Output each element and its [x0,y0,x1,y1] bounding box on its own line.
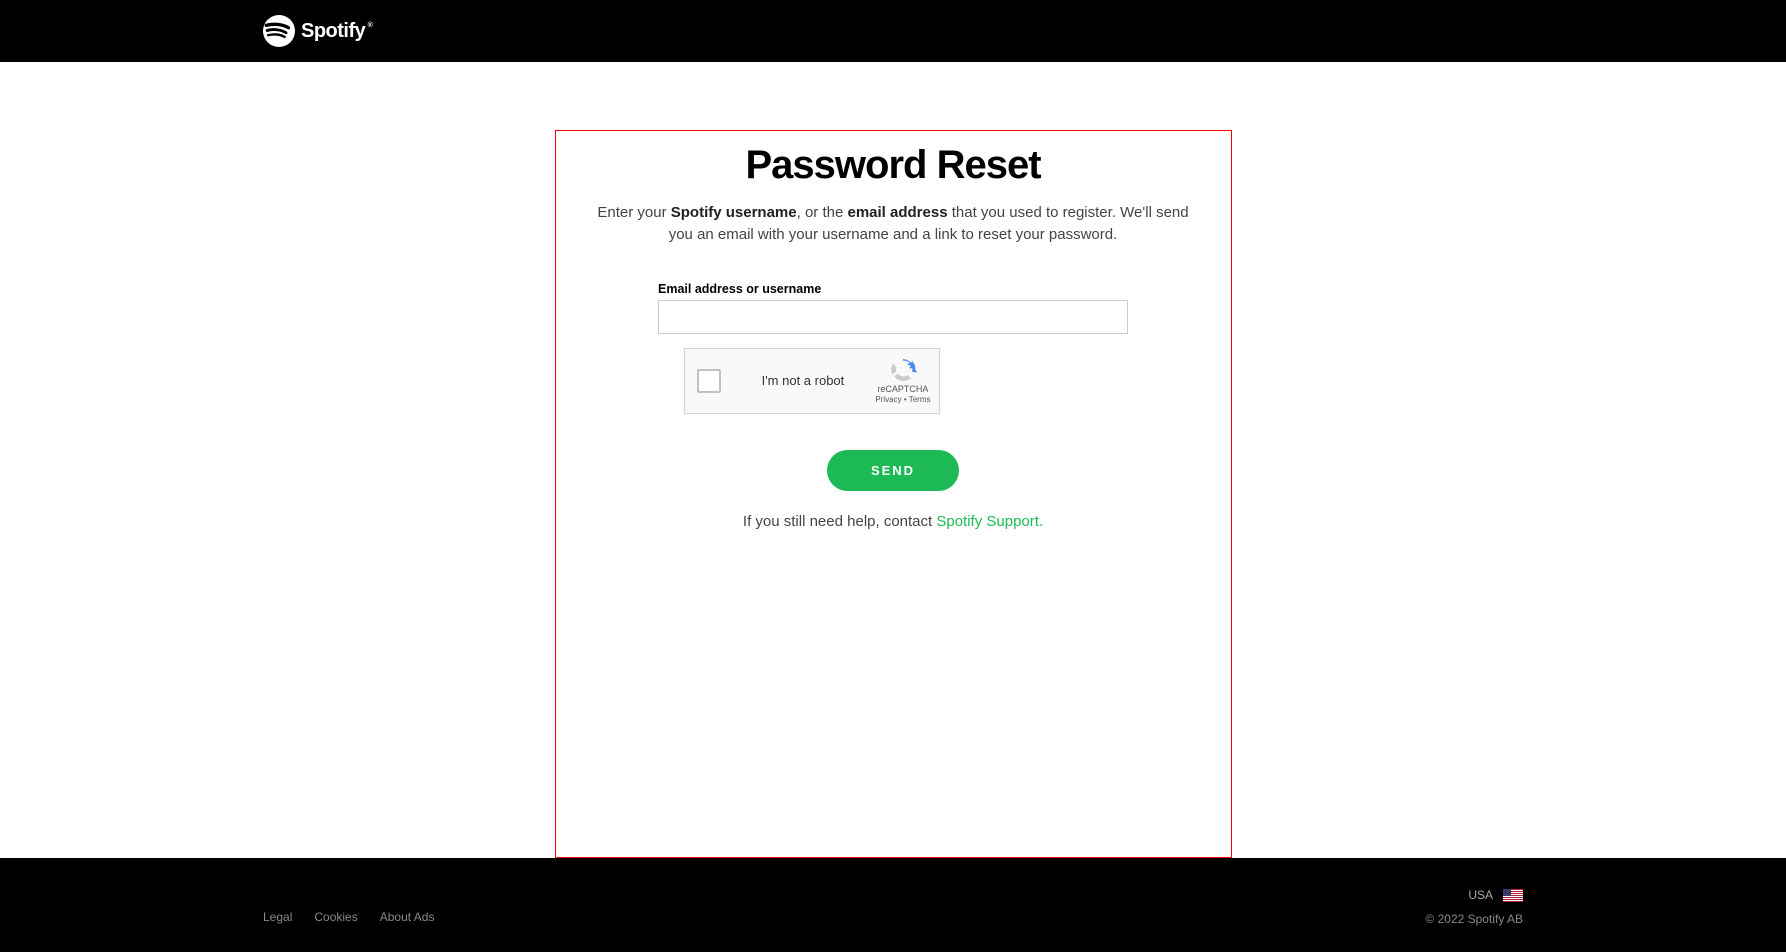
spotify-logo-link[interactable]: Spotify [263,15,365,47]
recaptcha-privacy-link[interactable]: Privacy [875,395,901,404]
instructions-text: Enter your Spotify username, or the emai… [586,202,1201,246]
page-title: Password Reset [586,143,1201,188]
footer-link-cookies[interactable]: Cookies [314,910,357,924]
spotify-wordmark: Spotify [301,20,365,43]
recaptcha-branding: reCAPTCHA Privacy • Terms [875,357,930,404]
email-username-group: Email address or username [658,282,1128,334]
usa-flag-icon [1503,889,1523,902]
recaptcha-checkbox[interactable] [697,369,721,393]
email-username-label: Email address or username [658,282,1128,296]
header: Spotify [0,0,1786,62]
footer-right: USA © 2022 Spotify AB [1425,888,1523,926]
footer: Legal Cookies About Ads USA © 2022 Spoti… [0,858,1786,952]
recaptcha-terms-link[interactable]: Terms [909,395,931,404]
footer-link-legal[interactable]: Legal [263,910,292,924]
footer-link-about-ads[interactable]: About Ads [380,910,435,924]
email-username-input[interactable] [658,300,1128,334]
copyright-text: © 2022 Spotify AB [1425,912,1523,926]
recaptcha-icon [888,357,918,383]
help-text: If you still need help, contact Spotify … [586,513,1201,530]
send-button[interactable]: SEND [827,450,959,491]
spotify-support-link[interactable]: Spotify Support. [936,513,1043,530]
password-reset-card: Password Reset Enter your Spotify userna… [555,130,1232,858]
spotify-icon [263,15,295,47]
recaptcha-widget: I'm not a robot reCAPTCHA Privacy • Term… [684,348,940,414]
footer-links: Legal Cookies About Ads [263,888,434,926]
recaptcha-label: I'm not a robot [731,373,876,388]
main: Password Reset Enter your Spotify userna… [0,62,1786,858]
country-selector[interactable]: USA [1468,888,1523,902]
